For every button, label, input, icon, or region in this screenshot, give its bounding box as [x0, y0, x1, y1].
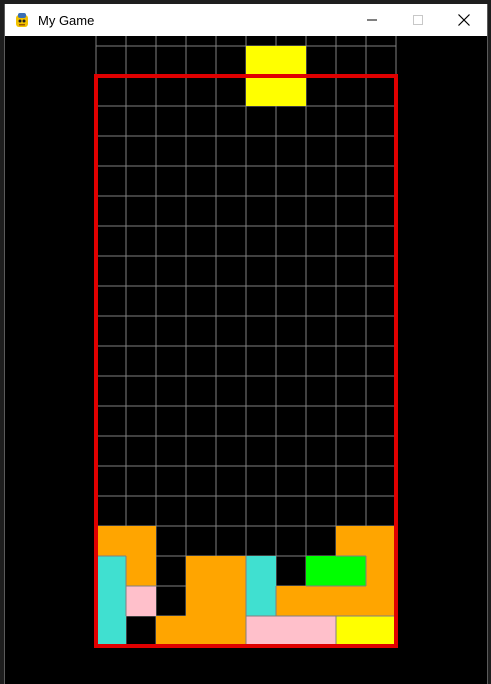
game-canvas[interactable] [5, 36, 487, 684]
locked-block [156, 616, 186, 646]
locked-block [366, 556, 396, 586]
title-bar[interactable]: My Game [5, 4, 487, 36]
falling-piece-block [276, 46, 306, 76]
locked-block [336, 586, 366, 616]
falling-piece-block [246, 46, 276, 76]
locked-block [276, 616, 306, 646]
game-window: My Game [4, 4, 488, 684]
falling-piece-block [276, 76, 306, 106]
locked-block [336, 616, 366, 646]
tetris-board [94, 36, 398, 648]
close-button[interactable] [441, 4, 487, 36]
locked-block [366, 616, 396, 646]
locked-block [306, 586, 336, 616]
locked-block [186, 586, 216, 616]
close-icon [458, 14, 470, 26]
locked-block [366, 586, 396, 616]
locked-block [96, 526, 126, 556]
locked-block [126, 526, 156, 556]
locked-block [216, 556, 246, 586]
locked-block [336, 526, 366, 556]
pygame-snake-icon [16, 13, 28, 27]
locked-block [186, 616, 216, 646]
maximize-button[interactable] [395, 4, 441, 36]
falling-piece-block [246, 76, 276, 106]
minimize-button[interactable] [349, 4, 395, 36]
locked-block [96, 586, 126, 616]
locked-block [96, 556, 126, 586]
locked-block [96, 616, 126, 646]
locked-block [126, 586, 156, 616]
maximize-icon [413, 15, 423, 25]
locked-block [216, 616, 246, 646]
window-controls [349, 4, 487, 36]
locked-block [246, 556, 276, 586]
locked-block [306, 616, 336, 646]
locked-block [336, 556, 366, 586]
locked-block [366, 526, 396, 556]
locked-block [186, 556, 216, 586]
locked-block [246, 616, 276, 646]
locked-block [246, 586, 276, 616]
minimize-icon [367, 19, 377, 21]
locked-block [306, 556, 336, 586]
locked-block [216, 586, 246, 616]
locked-block [276, 586, 306, 616]
window-title: My Game [38, 12, 95, 28]
locked-block [126, 556, 156, 586]
